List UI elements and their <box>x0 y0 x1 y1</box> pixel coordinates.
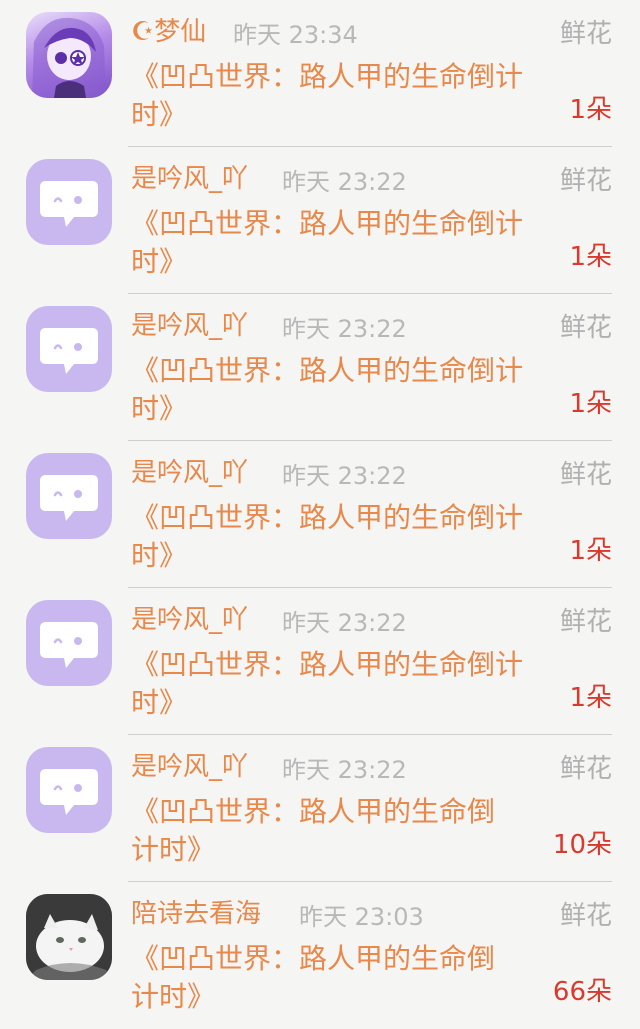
list-item[interactable]: 是吟风_吖 昨天 23:22 鲜花 《凹凸世界：路人甲的生命倒计 时》 1朵 <box>0 294 640 441</box>
book-title-line: 《凹凸世界：路人甲的生命倒计 <box>131 648 524 681</box>
timestamp: 昨天 23:03 <box>299 903 424 931</box>
username[interactable]: 陪诗去看海 <box>131 898 261 930</box>
username[interactable]: 是吟风_吖 <box>131 604 248 636</box>
cat-avatar-icon <box>26 894 112 980</box>
book-title-line: 《凹凸世界：路人甲的生命倒计 <box>131 207 524 240</box>
book-title[interactable]: 《凹凸世界：路人甲的生命倒 计时》 <box>131 793 495 869</box>
gift-type-label: 鲜花 <box>559 607 612 637</box>
gift-type-label: 鲜花 <box>559 313 612 343</box>
username[interactable]: 是吟风_吖 <box>131 751 248 783</box>
book-title-line: 计时》 <box>131 980 216 1013</box>
avatar[interactable] <box>26 159 112 245</box>
book-title-line: 《凹凸世界：路人甲的生命倒 <box>131 942 496 975</box>
book-title-line: 时》 <box>131 98 188 131</box>
username[interactable]: 是吟风_吖 <box>131 163 248 195</box>
list-item[interactable]: 是吟风_吖 昨天 23:22 鲜花 《凹凸世界：路人甲的生命倒计 时》 1朵 <box>0 588 640 735</box>
gift-type-label: 鲜花 <box>559 166 612 196</box>
timestamp: 昨天 23:22 <box>282 168 407 196</box>
book-title-line: 时》 <box>131 245 188 278</box>
username[interactable]: ☪梦仙 <box>131 16 206 48</box>
book-title-line: 计时》 <box>131 833 216 866</box>
book-title-line: 《凹凸世界：路人甲的生命倒计 <box>131 501 524 534</box>
gift-type-label: 鲜花 <box>559 19 612 49</box>
book-title-line: 时》 <box>131 392 188 425</box>
username[interactable]: 是吟风_吖 <box>131 457 248 489</box>
book-title-line: 《凹凸世界：路人甲的生命倒 <box>131 795 496 828</box>
book-title[interactable]: 《凹凸世界：路人甲的生命倒计 时》 <box>131 646 523 722</box>
timestamp: 昨天 23:22 <box>282 462 407 490</box>
gift-count: 1朵 <box>569 389 612 419</box>
book-title[interactable]: 《凹凸世界：路人甲的生命倒计 时》 <box>131 352 523 428</box>
book-title[interactable]: 《凹凸世界：路人甲的生命倒计 时》 <box>131 499 523 575</box>
list-item[interactable]: ☪梦仙 昨天 23:34 鲜花 《凹凸世界：路人甲的生命倒计 时》 1朵 <box>0 0 640 147</box>
gift-count: 1朵 <box>569 536 612 566</box>
gift-type-label: 鲜花 <box>559 901 612 931</box>
book-title-line: 《凹凸世界：路人甲的生命倒计 <box>131 354 524 387</box>
chat-bubble-icon <box>40 622 98 668</box>
book-title[interactable]: 《凹凸世界：路人甲的生命倒计 时》 <box>131 205 523 281</box>
gift-type-label: 鲜花 <box>559 460 612 490</box>
book-title[interactable]: 《凹凸世界：路人甲的生命倒 计时》 <box>131 940 495 1016</box>
list-item[interactable]: 陪诗去看海 昨天 23:03 鲜花 《凹凸世界：路人甲的生命倒 计时》 66朵 <box>0 882 640 1029</box>
timestamp: 昨天 23:22 <box>282 609 407 637</box>
avatar[interactable] <box>26 747 112 833</box>
gift-type-label: 鲜花 <box>559 754 612 784</box>
timestamp: 昨天 23:22 <box>282 756 407 784</box>
book-title[interactable]: 《凹凸世界：路人甲的生命倒计 时》 <box>131 58 523 134</box>
avatar[interactable] <box>26 12 112 98</box>
anime-avatar-icon <box>32 17 106 98</box>
book-title-line: 《凹凸世界：路人甲的生命倒计 <box>131 60 524 93</box>
gift-count: 1朵 <box>569 683 612 713</box>
gift-notification-list: ☪梦仙 昨天 23:34 鲜花 《凹凸世界：路人甲的生命倒计 时》 1朵 是吟风… <box>0 0 640 1020</box>
chat-bubble-icon <box>40 328 98 374</box>
chat-bubble-icon <box>40 181 98 227</box>
timestamp: 昨天 23:22 <box>282 315 407 343</box>
avatar[interactable] <box>26 453 112 539</box>
chat-bubble-icon <box>40 475 98 521</box>
book-title-line: 时》 <box>131 686 188 719</box>
avatar[interactable] <box>26 306 112 392</box>
avatar[interactable] <box>26 600 112 686</box>
gift-count: 1朵 <box>569 95 612 125</box>
username[interactable]: 是吟风_吖 <box>131 310 248 342</box>
gift-count: 1朵 <box>569 242 612 272</box>
timestamp: 昨天 23:34 <box>233 21 358 49</box>
avatar[interactable] <box>26 894 112 980</box>
book-title-line: 时》 <box>131 539 188 572</box>
list-item[interactable]: 是吟风_吖 昨天 23:22 鲜花 《凹凸世界：路人甲的生命倒 计时》 10朵 <box>0 735 640 882</box>
gift-count: 10朵 <box>552 830 612 860</box>
chat-bubble-icon <box>40 769 98 815</box>
list-item[interactable]: 是吟风_吖 昨天 23:22 鲜花 《凹凸世界：路人甲的生命倒计 时》 1朵 <box>0 147 640 294</box>
gift-count: 66朵 <box>552 977 612 1007</box>
list-item[interactable]: 是吟风_吖 昨天 23:22 鲜花 《凹凸世界：路人甲的生命倒计 时》 1朵 <box>0 441 640 588</box>
